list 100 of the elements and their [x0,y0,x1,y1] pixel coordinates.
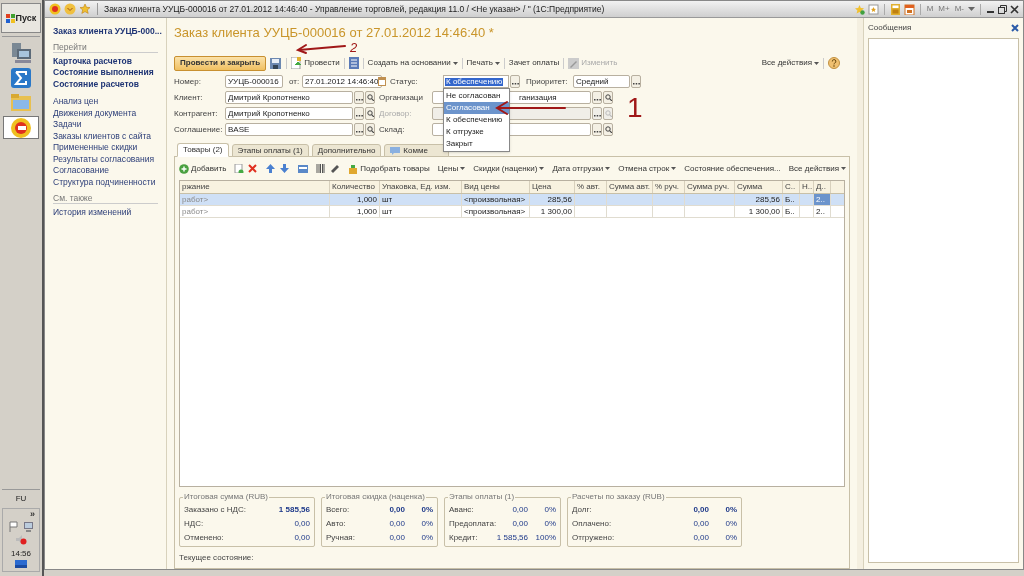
language-indicator[interactable]: FU [15,495,27,503]
priority-field[interactable]: Средний [573,75,630,88]
choice-button[interactable] [592,91,602,104]
open-button[interactable] [365,107,375,120]
memory-button[interactable]: M+ [937,5,951,13]
toolbar-button[interactable]: Подобрать товары [348,163,430,174]
all-actions-menu[interactable]: Все действия [761,59,819,67]
column-header[interactable]: % авт. [575,181,607,193]
open-button[interactable] [603,123,613,136]
table-row[interactable]: работ> 1,000 шт <произвольная> 285,56 285,56 Б.. 2.. [180,194,844,206]
menu-button[interactable]: Создать на основании [367,59,458,67]
all-actions-menu[interactable]: Все действия [788,164,847,173]
open-button[interactable] [365,91,375,104]
nav-link[interactable]: Результаты согласования [53,153,158,165]
speaker-muted-icon[interactable] [15,534,27,545]
column-header[interactable]: Вид цены [462,181,530,193]
down-button[interactable] [280,164,291,173]
menu-button[interactable]: Печать [466,59,500,67]
onec-logo-icon[interactable] [49,3,61,15]
nav-link[interactable]: История изменений [53,206,158,218]
speech-bubble-icon [390,146,401,155]
toolbar-button[interactable]: Зачет оплаты [508,59,560,67]
menu-button[interactable]: Скидки (наценки) [473,164,545,173]
table-cell: 1,000 [330,194,380,205]
dropdown-option[interactable]: К обеспечению [444,114,509,126]
nav-link[interactable]: Задачи [53,118,158,130]
status-field[interactable]: К обеспечению [443,75,509,88]
memory-button[interactable]: M- [953,5,965,13]
reference-field[interactable]: BASE [225,123,353,136]
column-header[interactable]: ржание [180,181,330,193]
dropdown-option[interactable]: К отгрузке [444,126,509,138]
reference-field[interactable]: Дмитрий Кропотненко [225,91,353,104]
restore-icon[interactable] [998,4,1007,14]
flag-icon[interactable] [8,521,19,532]
choice-button[interactable] [354,123,364,136]
dropdown-option[interactable]: Не согласован [444,90,509,102]
star-icon[interactable] [79,3,91,15]
column-header[interactable]: Сумма руч. [685,181,735,193]
tray-chevron[interactable]: » [30,510,35,519]
dropdown-circle-icon[interactable] [64,3,76,15]
calculator-icon[interactable] [889,3,901,15]
summary-percent: 0% [420,520,433,528]
clock[interactable]: 14:56 [11,550,31,558]
table-row[interactable]: работ> 1,000 шт <произвольная> 1 300,00 1 300,00 Б.. 2.. [180,206,844,218]
barcode-button[interactable] [316,164,327,173]
column-header[interactable]: % руч. [653,181,685,193]
open-button[interactable] [365,123,375,136]
column-header[interactable]: Д.. [814,181,831,193]
toolbar-button[interactable]: Провести [291,57,340,69]
toolbar-button[interactable]: Состояние обеспечения... [684,164,781,173]
column-header[interactable]: Упаковка, Ед. изм. [380,181,462,193]
nav-link[interactable]: Заказы клиентов с сайта [53,130,158,142]
help-icon[interactable] [828,57,840,69]
nav-link[interactable]: Структура подчиненности [53,176,158,188]
taskbar-app-button[interactable] [3,116,39,139]
column-header[interactable]: Цена [530,181,575,193]
search-icon [366,110,374,117]
choice-button[interactable] [592,123,602,136]
column-header[interactable]: С.. [783,181,800,193]
nav-link[interactable]: Согласование [53,164,158,176]
nav-link[interactable]: Движения документа [53,107,158,119]
open-button[interactable] [603,91,613,104]
post-and-close-button[interactable]: Провести и закрыть [174,55,267,71]
nav-link[interactable]: Состояние выполнения [53,66,158,78]
tab[interactable]: Этапы оплаты (1) [231,144,309,157]
up-button[interactable] [266,164,277,173]
document-list-button[interactable] [348,57,359,69]
column-header[interactable]: Сумма [735,181,783,193]
column-header[interactable]: Н.. [800,181,814,193]
nav-link[interactable]: Примененные скидки [53,141,158,153]
nav-link[interactable]: Анализ цен [53,95,158,107]
choice-button[interactable] [592,107,602,120]
nav-link[interactable]: Карточка расчетов [53,55,158,67]
tab[interactable]: Товары (2) [177,143,229,157]
choice-button[interactable] [631,75,641,88]
tab[interactable]: Дополнительно [311,144,382,157]
column-header[interactable]: Сумма авт. [607,181,653,193]
copy-button[interactable] [234,164,245,173]
choice-button[interactable] [510,75,520,88]
number-field[interactable]: УУЦБ-000016 [225,75,283,88]
form-button[interactable] [298,164,309,173]
home-star-icon[interactable] [867,3,879,15]
save-button[interactable] [270,57,283,69]
choice-button[interactable] [354,91,364,104]
toolbar-button[interactable]: Добавить [179,163,227,174]
choice-button[interactable] [354,107,364,120]
delete-button[interactable] [248,164,259,173]
star-add-icon[interactable] [853,3,865,15]
menu-button[interactable]: Дата отгрузки [552,164,611,173]
reference-field[interactable]: Дмитрий Кропотненко [225,107,353,120]
close-icon[interactable] [1010,4,1019,14]
start-button[interactable]: Пуск [1,3,41,33]
column-header[interactable]: Количество [330,181,380,193]
calendar-icon[interactable] [903,3,915,15]
nav-link[interactable]: Состояние расчетов [53,78,158,90]
menu-button[interactable]: Цены [437,164,466,173]
memory-button[interactable]: M [925,5,935,13]
close-icon[interactable] [1011,24,1019,32]
caret-down-icon[interactable] [968,6,975,12]
menu-button[interactable]: Отмена строк [618,164,677,173]
